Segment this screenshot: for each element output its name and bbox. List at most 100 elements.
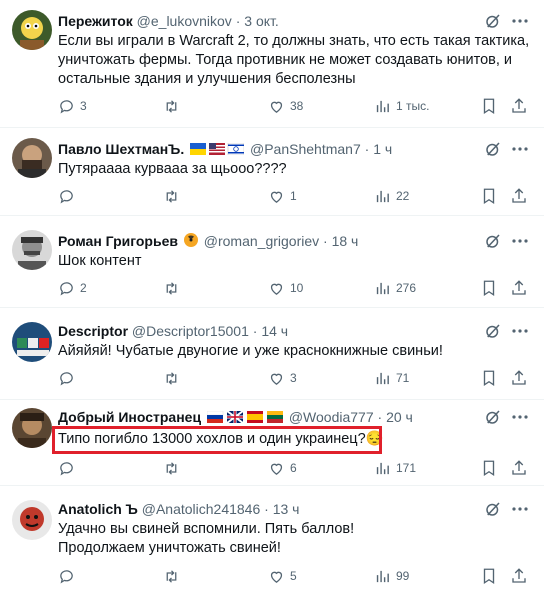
retweet-button[interactable] <box>163 278 185 298</box>
separator-dot: · <box>252 323 258 339</box>
more-icon[interactable] <box>510 232 530 250</box>
tweet-text-line: остальные здания и улучшения бесполезны <box>58 71 356 87</box>
views-button[interactable]: 22 <box>374 186 409 206</box>
more-icon[interactable] <box>510 322 530 340</box>
like-button[interactable]: 1 <box>268 186 297 206</box>
tweet[interactable]: Descriptor @Descriptor15001 · 14 ч Айяйя… <box>0 308 544 400</box>
reply-button[interactable]: 3 <box>58 96 87 116</box>
timestamp[interactable]: 13 ч <box>273 501 300 517</box>
tweet[interactable]: Пережиток @e_lukovnikov · 3 окт. Если вы… <box>0 0 544 128</box>
bookmark-button[interactable] <box>480 278 498 298</box>
avatar[interactable] <box>12 408 52 448</box>
retweet-icon <box>166 281 177 295</box>
tweet[interactable]: Павло ШехтманЪ. @PanShehtman7 · 1 ч Путя… <box>0 128 544 216</box>
views-button[interactable]: 171 <box>374 458 416 478</box>
views-icon <box>376 100 389 112</box>
like-count: 3 <box>290 371 297 385</box>
views-count: 99 <box>396 569 410 583</box>
user-handle[interactable]: @PanShehtman7 <box>250 141 361 157</box>
grok-icon[interactable] <box>484 232 502 250</box>
grok-icon[interactable] <box>484 500 502 518</box>
separator-dot: · <box>323 233 328 249</box>
user-handle[interactable]: @Descriptor15001 <box>132 323 249 339</box>
like-button[interactable]: 10 <box>268 278 303 298</box>
user-handle[interactable]: @e_lukovnikov <box>137 13 232 29</box>
like-button[interactable]: 3 <box>268 368 297 388</box>
grok-icon[interactable] <box>484 12 502 30</box>
display-name[interactable]: Роман Григорьев <box>58 233 178 249</box>
more-icon[interactable] <box>510 12 530 30</box>
retweet-button[interactable] <box>163 566 185 586</box>
bookmark-button[interactable] <box>480 368 498 388</box>
views-button[interactable]: 1 тыс. <box>374 96 429 116</box>
like-icon <box>270 101 283 113</box>
bookmark-icon <box>483 568 495 585</box>
like-icon <box>270 571 283 583</box>
timestamp[interactable]: 20 ч <box>386 409 413 425</box>
bookmark-icon <box>483 370 495 387</box>
bookmark-button[interactable] <box>480 96 498 116</box>
timestamp[interactable]: 14 ч <box>261 323 288 339</box>
user-handle[interactable]: @Anatolich241846 <box>142 501 261 517</box>
like-button[interactable]: 38 <box>268 96 303 116</box>
user-handle[interactable]: @Woodia777 <box>289 409 374 425</box>
reply-button[interactable]: 2 <box>58 278 87 298</box>
timestamp[interactable]: 18 ч <box>332 233 359 249</box>
more-icon[interactable] <box>510 500 530 518</box>
more-icon[interactable] <box>510 408 530 426</box>
display-name[interactable]: Descriptor <box>58 323 128 339</box>
like-button[interactable]: 6 <box>268 458 297 478</box>
display-name[interactable]: Павло ШехтманЪ. <box>58 141 184 157</box>
timestamp[interactable]: 3 окт. <box>244 13 279 29</box>
grok-icon[interactable] <box>484 408 502 426</box>
reply-button[interactable] <box>58 368 80 388</box>
like-button[interactable]: 5 <box>268 566 297 586</box>
retweet-button[interactable] <box>163 96 185 116</box>
share-button[interactable] <box>510 278 528 298</box>
user-handle[interactable]: @roman_grigoriev <box>204 233 319 249</box>
share-icon <box>512 370 526 385</box>
tweet[interactable]: Роман Григорьев @roman_grigoriev · 18 ч … <box>0 216 544 308</box>
like-count: 5 <box>290 569 297 583</box>
share-button[interactable] <box>510 458 528 478</box>
timestamp[interactable]: 1 ч <box>373 141 392 157</box>
like-icon <box>270 283 283 295</box>
retweet-button[interactable] <box>163 186 185 206</box>
display-name[interactable]: Anatolich Ъ <box>58 501 138 517</box>
reply-button[interactable] <box>58 566 80 586</box>
bookmark-icon <box>483 280 495 297</box>
avatar[interactable] <box>12 138 52 178</box>
bookmark-button[interactable] <box>480 458 498 478</box>
share-button[interactable] <box>510 96 528 116</box>
avatar[interactable] <box>12 322 52 362</box>
views-button[interactable]: 71 <box>374 368 409 388</box>
radiation-icon <box>183 233 198 251</box>
share-button[interactable] <box>510 186 528 206</box>
bookmark-button[interactable] <box>480 186 498 206</box>
grok-icon[interactable] <box>484 140 502 158</box>
views-button[interactable]: 99 <box>374 566 409 586</box>
grok-icon[interactable] <box>484 322 502 340</box>
share-button[interactable] <box>510 368 528 388</box>
retweet-button[interactable] <box>163 368 185 388</box>
avatar[interactable] <box>12 230 52 270</box>
views-button[interactable]: 276 <box>374 278 416 298</box>
retweet-icon <box>166 99 177 113</box>
retweet-button[interactable] <box>163 458 185 478</box>
tweet[interactable]: Anatolich Ъ @Anatolich241846 · 13 ч Удач… <box>0 486 544 600</box>
reply-button[interactable] <box>58 186 80 206</box>
more-icon[interactable] <box>510 140 530 158</box>
reply-icon <box>60 189 73 204</box>
bookmark-button[interactable] <box>480 566 498 586</box>
reply-button[interactable] <box>58 458 80 478</box>
like-count: 1 <box>290 189 297 203</box>
display-name[interactable]: Добрый Иностранец <box>58 409 201 425</box>
avatar[interactable] <box>12 10 52 50</box>
avatar[interactable] <box>12 500 52 540</box>
views-icon <box>376 372 389 384</box>
views-count: 22 <box>396 189 410 203</box>
tweet-text-line: Шок контент <box>58 253 142 269</box>
tweet-text-line: Айяйяй! Чубатые двуногие и уже краснокни… <box>58 343 443 359</box>
share-button[interactable] <box>510 566 528 586</box>
display-name[interactable]: Пережиток <box>58 13 133 29</box>
